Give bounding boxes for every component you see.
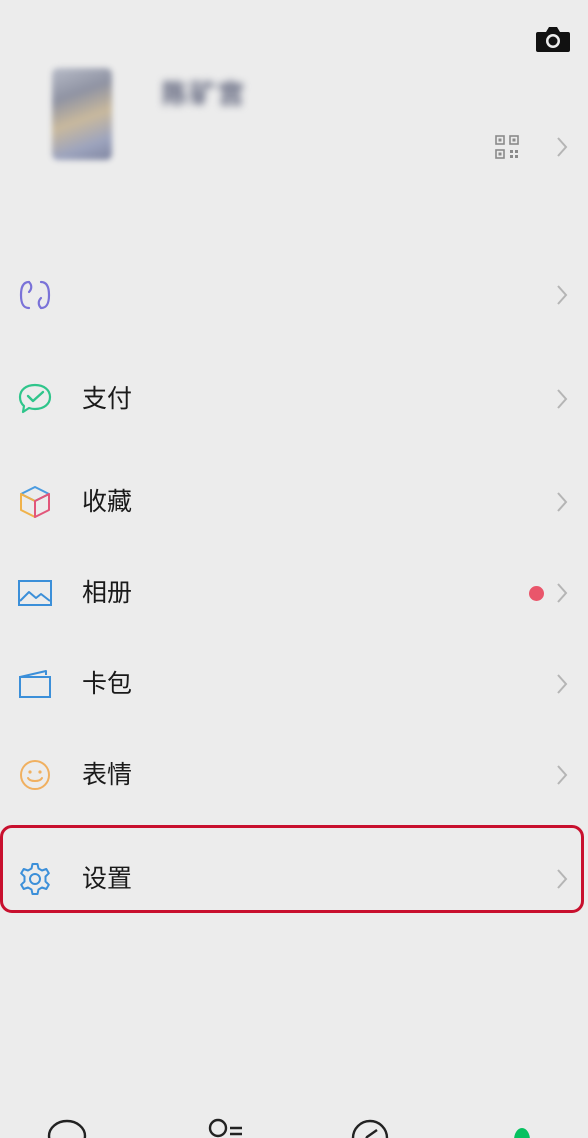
menu-item-label: 卡包 xyxy=(82,669,133,698)
smiley-icon xyxy=(20,760,50,790)
menu-item-stickers[interactable]: 表情 xyxy=(0,740,588,810)
chevron-right-icon xyxy=(557,765,568,785)
services-icon xyxy=(19,280,51,310)
chevron-right-icon xyxy=(557,492,568,512)
avatar[interactable] xyxy=(52,68,112,160)
card-wallet-icon xyxy=(19,670,51,698)
pay-icon xyxy=(18,383,52,414)
chevron-right-icon xyxy=(557,583,568,603)
menu-item-favorites[interactable]: 收藏 xyxy=(0,467,588,537)
album-image-icon xyxy=(18,580,52,606)
me-screen: 陈矿宫 支付 收藏 相册 卡包 表情 设置 xyxy=(0,0,588,1138)
chevron-right-icon xyxy=(557,389,568,409)
menu-item-label: 收藏 xyxy=(82,487,133,516)
chevron-right-icon xyxy=(557,674,568,694)
menu-item-cards[interactable]: 卡包 xyxy=(0,649,588,719)
menu-item-services[interactable] xyxy=(0,260,588,330)
favorites-cube-icon xyxy=(20,486,50,518)
new-badge-dot xyxy=(529,586,544,601)
menu-item-pay[interactable]: 支付 xyxy=(0,364,588,434)
chevron-right-icon xyxy=(557,285,568,305)
menu-item-label: 相册 xyxy=(82,578,133,607)
settings-highlight-box xyxy=(0,825,584,913)
menu-item-label: 表情 xyxy=(82,760,133,789)
bottom-tab-bar xyxy=(0,1100,588,1138)
compass-icon[interactable] xyxy=(348,1116,392,1138)
chat-bubble-icon[interactable] xyxy=(45,1116,89,1138)
contacts-icon[interactable] xyxy=(202,1116,246,1138)
chevron-right-icon[interactable] xyxy=(554,134,570,160)
person-icon[interactable] xyxy=(500,1116,544,1138)
profile-nickname[interactable]: 陈矿宫 xyxy=(162,74,246,110)
menu-item-label: 支付 xyxy=(82,384,133,413)
camera-icon[interactable] xyxy=(534,24,572,54)
menu-item-album[interactable]: 相册 xyxy=(0,558,588,628)
qr-code-icon[interactable] xyxy=(494,134,520,160)
